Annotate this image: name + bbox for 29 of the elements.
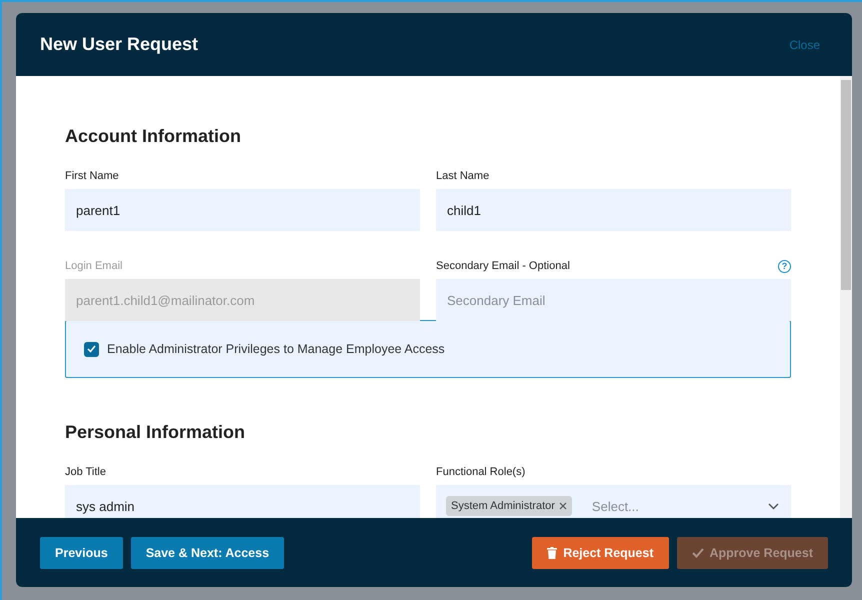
trash-icon <box>547 546 558 558</box>
checkmark-icon <box>87 345 96 353</box>
input-field[interactable]: child1 <box>436 189 791 231</box>
dialog-title: New User Request <box>40 34 198 55</box>
scrollbar[interactable] <box>840 76 852 518</box>
checkbox[interactable] <box>84 342 99 356</box>
select-field[interactable]: System Administrator Select... <box>436 485 791 518</box>
section-title: Personal Information <box>65 422 246 443</box>
input-field[interactable]: Secondary Email <box>436 279 791 321</box>
checkbox-label: Enable Administrator Privileges to Manage Employee Access <box>107 342 445 356</box>
field-label: Job Title <box>65 466 106 478</box>
field-label: Last Name <box>436 170 490 182</box>
field-label: First Name <box>65 170 119 182</box>
field-label: Functional Role(s) <box>436 466 526 478</box>
close-link[interactable]: Close <box>789 38 820 52</box>
remove-icon[interactable] <box>558 502 567 510</box>
help-button[interactable]: ? <box>778 260 791 272</box>
chevron-down-icon <box>768 502 779 510</box>
select-placeholder: Select... <box>592 498 640 514</box>
footer-button[interactable]: Save & Next: Access <box>130 536 284 568</box>
field-label: Login Email <box>65 260 122 272</box>
input-field[interactable]: parent1 <box>65 189 420 231</box>
reject-button[interactable]: Reject Request <box>532 536 668 568</box>
check-icon <box>692 548 704 558</box>
field-label: Secondary Email - Optional <box>436 260 570 272</box>
section-title: Account Information <box>65 126 242 147</box>
input-field[interactable]: sys admin <box>65 485 420 518</box>
footer-button[interactable]: Previous <box>40 536 123 568</box>
role-tag: System Administrator <box>446 496 572 516</box>
